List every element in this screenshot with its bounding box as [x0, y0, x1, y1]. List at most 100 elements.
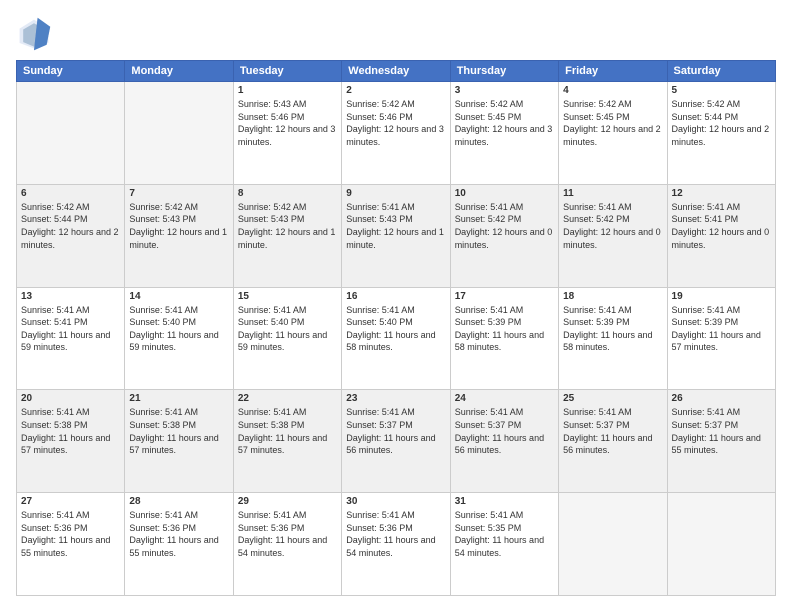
calendar-cell: 4 Sunrise: 5:42 AM Sunset: 5:45 PM Daylig…	[559, 82, 667, 185]
calendar-cell: 22 Sunrise: 5:41 AM Sunset: 5:38 PM Dayli…	[233, 390, 341, 493]
day-number: 20	[21, 393, 120, 404]
weekday-header: Thursday	[450, 61, 558, 82]
calendar-cell	[667, 493, 775, 596]
day-number: 9	[346, 188, 445, 199]
day-number: 11	[563, 188, 662, 199]
day-info: Sunrise: 5:41 AM Sunset: 5:42 PM Dayligh…	[563, 201, 662, 251]
calendar-week-row: 13 Sunrise: 5:41 AM Sunset: 5:41 PM Dayli…	[17, 287, 776, 390]
calendar-cell: 21 Sunrise: 5:41 AM Sunset: 5:38 PM Dayli…	[125, 390, 233, 493]
day-info: Sunrise: 5:41 AM Sunset: 5:37 PM Dayligh…	[346, 406, 445, 456]
day-number: 4	[563, 85, 662, 96]
weekday-header: Monday	[125, 61, 233, 82]
day-info: Sunrise: 5:41 AM Sunset: 5:36 PM Dayligh…	[129, 509, 228, 559]
calendar-cell: 23 Sunrise: 5:41 AM Sunset: 5:37 PM Dayli…	[342, 390, 450, 493]
day-info: Sunrise: 5:41 AM Sunset: 5:40 PM Dayligh…	[346, 304, 445, 354]
day-info: Sunrise: 5:41 AM Sunset: 5:43 PM Dayligh…	[346, 201, 445, 251]
day-number: 30	[346, 496, 445, 507]
day-number: 27	[21, 496, 120, 507]
day-info: Sunrise: 5:41 AM Sunset: 5:40 PM Dayligh…	[238, 304, 337, 354]
calendar-cell: 16 Sunrise: 5:41 AM Sunset: 5:40 PM Dayli…	[342, 287, 450, 390]
calendar-cell	[17, 82, 125, 185]
calendar-cell: 12 Sunrise: 5:41 AM Sunset: 5:41 PM Dayli…	[667, 184, 775, 287]
day-number: 28	[129, 496, 228, 507]
calendar-cell: 13 Sunrise: 5:41 AM Sunset: 5:41 PM Dayli…	[17, 287, 125, 390]
calendar-cell: 15 Sunrise: 5:41 AM Sunset: 5:40 PM Dayli…	[233, 287, 341, 390]
day-info: Sunrise: 5:42 AM Sunset: 5:43 PM Dayligh…	[129, 201, 228, 251]
weekday-header: Wednesday	[342, 61, 450, 82]
calendar-cell: 28 Sunrise: 5:41 AM Sunset: 5:36 PM Dayli…	[125, 493, 233, 596]
day-number: 24	[455, 393, 554, 404]
day-info: Sunrise: 5:42 AM Sunset: 5:45 PM Dayligh…	[455, 98, 554, 148]
day-info: Sunrise: 5:41 AM Sunset: 5:39 PM Dayligh…	[672, 304, 771, 354]
weekday-header: Saturday	[667, 61, 775, 82]
weekday-header: Sunday	[17, 61, 125, 82]
weekday-header: Tuesday	[233, 61, 341, 82]
weekday-header: Friday	[559, 61, 667, 82]
day-number: 23	[346, 393, 445, 404]
calendar-cell: 9 Sunrise: 5:41 AM Sunset: 5:43 PM Daylig…	[342, 184, 450, 287]
day-info: Sunrise: 5:41 AM Sunset: 5:40 PM Dayligh…	[129, 304, 228, 354]
day-number: 31	[455, 496, 554, 507]
day-info: Sunrise: 5:41 AM Sunset: 5:39 PM Dayligh…	[455, 304, 554, 354]
day-number: 14	[129, 291, 228, 302]
day-number: 26	[672, 393, 771, 404]
day-number: 5	[672, 85, 771, 96]
calendar-cell: 1 Sunrise: 5:43 AM Sunset: 5:46 PM Daylig…	[233, 82, 341, 185]
day-info: Sunrise: 5:41 AM Sunset: 5:36 PM Dayligh…	[346, 509, 445, 559]
day-info: Sunrise: 5:41 AM Sunset: 5:41 PM Dayligh…	[21, 304, 120, 354]
calendar-cell: 30 Sunrise: 5:41 AM Sunset: 5:36 PM Dayli…	[342, 493, 450, 596]
calendar-cell: 10 Sunrise: 5:41 AM Sunset: 5:42 PM Dayli…	[450, 184, 558, 287]
calendar-cell: 29Sunrise: 5:41 AM Sunset: 5:36 PM Dayli…	[233, 493, 341, 596]
day-info: Sunrise: 5:42 AM Sunset: 5:44 PM Dayligh…	[672, 98, 771, 148]
day-number: 16	[346, 291, 445, 302]
day-number: 13	[21, 291, 120, 302]
calendar-cell: 7 Sunrise: 5:42 AM Sunset: 5:43 PM Daylig…	[125, 184, 233, 287]
day-number: 12	[672, 188, 771, 199]
day-info: Sunrise: 5:41 AM Sunset: 5:36 PM Dayligh…	[21, 509, 120, 559]
day-info: Sunrise: 5:41 AM Sunset: 5:38 PM Dayligh…	[238, 406, 337, 456]
day-info: Sunrise: 5:41 AM Sunset: 5:37 PM Dayligh…	[455, 406, 554, 456]
calendar-cell: 6Sunrise: 5:42 AM Sunset: 5:44 PM Daylig…	[17, 184, 125, 287]
calendar-cell: 2Sunrise: 5:42 AM Sunset: 5:46 PM Daylig…	[342, 82, 450, 185]
day-number: 18	[563, 291, 662, 302]
day-info: Sunrise: 5:41 AM Sunset: 5:38 PM Dayligh…	[129, 406, 228, 456]
day-info: Sunrise: 5:41 AM Sunset: 5:39 PM Dayligh…	[563, 304, 662, 354]
calendar-cell	[125, 82, 233, 185]
day-number: 8	[238, 188, 337, 199]
calendar-cell: 8 Sunrise: 5:42 AM Sunset: 5:43 PM Daylig…	[233, 184, 341, 287]
day-info: Sunrise: 5:42 AM Sunset: 5:45 PM Dayligh…	[563, 98, 662, 148]
day-number: 25	[563, 393, 662, 404]
calendar-cell: 31Sunrise: 5:41 AM Sunset: 5:35 PM Dayli…	[450, 493, 558, 596]
day-number: 7	[129, 188, 228, 199]
calendar-body: 1 Sunrise: 5:43 AM Sunset: 5:46 PM Daylig…	[17, 82, 776, 596]
calendar-week-row: 20 Sunrise: 5:41 AM Sunset: 5:38 PM Dayli…	[17, 390, 776, 493]
day-number: 15	[238, 291, 337, 302]
logo	[16, 16, 56, 52]
day-number: 22	[238, 393, 337, 404]
calendar-cell: 14 Sunrise: 5:41 AM Sunset: 5:40 PM Dayli…	[125, 287, 233, 390]
day-number: 3	[455, 85, 554, 96]
day-info: Sunrise: 5:41 AM Sunset: 5:37 PM Dayligh…	[563, 406, 662, 456]
calendar-cell: 24 Sunrise: 5:41 AM Sunset: 5:37 PM Dayli…	[450, 390, 558, 493]
calendar-cell: 3 Sunrise: 5:42 AM Sunset: 5:45 PM Daylig…	[450, 82, 558, 185]
calendar-cell: 19 Sunrise: 5:41 AM Sunset: 5:39 PM Dayli…	[667, 287, 775, 390]
day-info: Sunrise: 5:41 AM Sunset: 5:42 PM Dayligh…	[455, 201, 554, 251]
day-number: 10	[455, 188, 554, 199]
calendar: SundayMondayTuesdayWednesdayThursdayFrid…	[16, 60, 776, 596]
calendar-cell: 5 Sunrise: 5:42 AM Sunset: 5:44 PM Daylig…	[667, 82, 775, 185]
calendar-week-row: 6Sunrise: 5:42 AM Sunset: 5:44 PM Daylig…	[17, 184, 776, 287]
calendar-header-row: SundayMondayTuesdayWednesdayThursdayFrid…	[17, 61, 776, 82]
day-number: 29	[238, 496, 337, 507]
day-info: Sunrise: 5:41 AM Sunset: 5:41 PM Dayligh…	[672, 201, 771, 251]
calendar-cell: 27 Sunrise: 5:41 AM Sunset: 5:36 PM Dayli…	[17, 493, 125, 596]
calendar-cell: 18 Sunrise: 5:41 AM Sunset: 5:39 PM Dayli…	[559, 287, 667, 390]
day-number: 1	[238, 85, 337, 96]
calendar-week-row: 27 Sunrise: 5:41 AM Sunset: 5:36 PM Dayli…	[17, 493, 776, 596]
day-number: 19	[672, 291, 771, 302]
page: SundayMondayTuesdayWednesdayThursdayFrid…	[0, 0, 792, 612]
calendar-week-row: 1 Sunrise: 5:43 AM Sunset: 5:46 PM Daylig…	[17, 82, 776, 185]
logo-icon	[16, 16, 52, 52]
day-info: Sunrise: 5:43 AM Sunset: 5:46 PM Dayligh…	[238, 98, 337, 148]
day-info: Sunrise: 5:42 AM Sunset: 5:43 PM Dayligh…	[238, 201, 337, 251]
day-number: 21	[129, 393, 228, 404]
